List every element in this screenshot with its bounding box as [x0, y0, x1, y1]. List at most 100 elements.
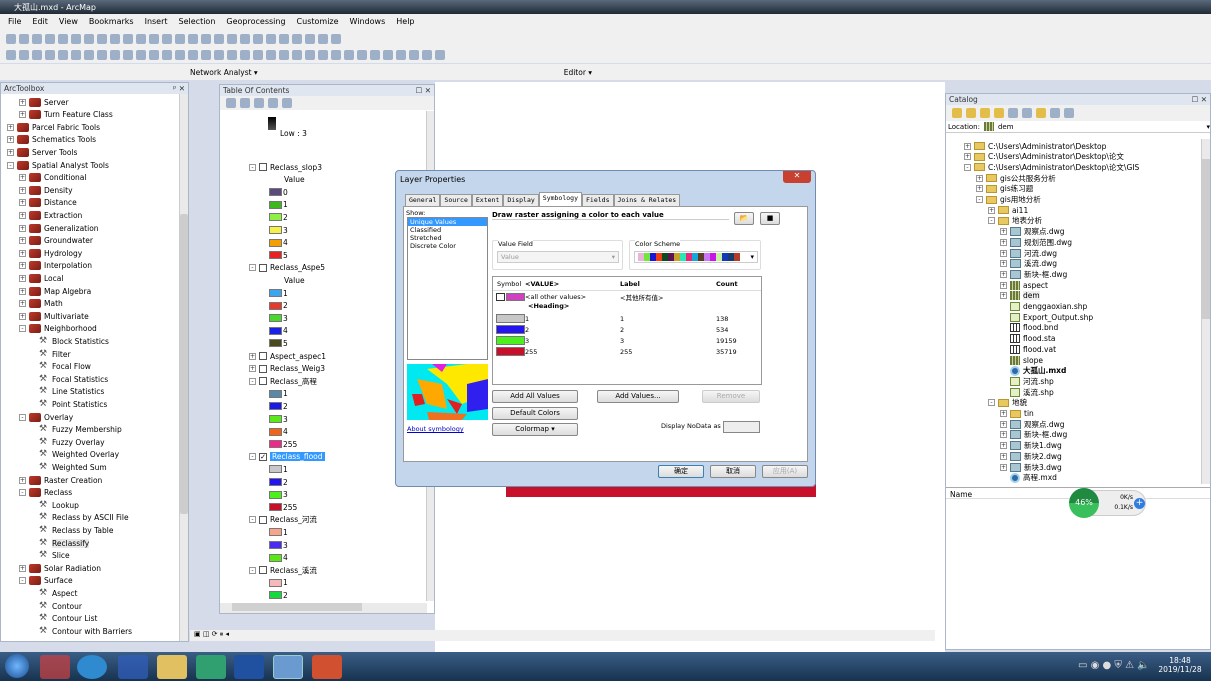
expand-icon[interactable]: + [7, 148, 14, 156]
expand-icon[interactable]: + [19, 249, 26, 257]
label-cell[interactable]: 3 [620, 337, 716, 345]
expand-icon[interactable]: + [1000, 281, 1007, 289]
toolbar-button-icon[interactable] [110, 34, 120, 44]
toolbar-button-icon[interactable] [305, 50, 315, 60]
toolbar-button-icon[interactable] [227, 34, 237, 44]
list-by-source-icon[interactable] [240, 98, 250, 108]
list-by-selection-icon[interactable] [268, 98, 278, 108]
col-count[interactable]: Count [716, 280, 748, 288]
layer-visibility-checkbox[interactable] [259, 352, 267, 360]
legend-swatch[interactable] [269, 503, 282, 512]
legend-swatch[interactable] [269, 478, 282, 486]
expand-icon[interactable]: + [19, 476, 26, 484]
toolbox-item[interactable]: - Spatial Analyst Tools [7, 159, 109, 171]
legend-swatch[interactable] [269, 553, 282, 562]
table-row[interactable]: 1 1 138 [493, 313, 761, 324]
toolbar-button-icon[interactable] [422, 50, 432, 60]
toolbar-button-icon[interactable] [331, 34, 341, 44]
tab-display[interactable]: Display [503, 194, 539, 206]
catalog-scrollbar[interactable] [1201, 139, 1210, 484]
close-icon[interactable]: ☐ ✕ [1192, 95, 1207, 104]
clock[interactable]: 18:48 2019/11/28 [1155, 656, 1205, 674]
legend-swatch[interactable] [269, 591, 282, 600]
collapse-icon[interactable]: - [249, 163, 256, 171]
open-folder-button[interactable]: 📂 [734, 212, 754, 225]
toolbox-item[interactable]: ⚒ Fuzzy Membership [39, 424, 122, 436]
collapse-icon[interactable]: - [7, 161, 14, 169]
toolbar-button-icon[interactable] [279, 34, 289, 44]
toolbar-button-icon[interactable] [45, 50, 55, 60]
toolbar-button-icon[interactable] [435, 50, 445, 60]
toolbar-button-icon[interactable] [19, 50, 29, 60]
taskbar-arcmap-icon[interactable] [273, 655, 303, 679]
colormap-button[interactable]: Colormap ▾ [492, 423, 578, 436]
catalog-item[interactable]: + dem [1000, 291, 1040, 301]
expand-icon[interactable]: + [19, 186, 26, 194]
legend-swatch[interactable] [269, 339, 282, 348]
layer-visibility-checkbox[interactable] [259, 377, 267, 386]
toolbox-item[interactable]: + Distance [19, 197, 77, 209]
expand-icon[interactable]: + [19, 174, 26, 182]
legend-swatch[interactable] [269, 490, 282, 499]
legend-class[interactable]: 3 [269, 489, 288, 501]
catalog-item[interactable]: 溪流.shp [1000, 387, 1054, 397]
toolbox-item[interactable]: ⚒ Filter [39, 348, 71, 360]
toolbox-item[interactable]: ⚒ Block Statistics [39, 335, 109, 347]
legend-swatch[interactable] [269, 238, 282, 247]
add-values-button[interactable]: Add Values... [597, 390, 679, 403]
toc-layer[interactable]: - Reclass_溪流 [249, 564, 317, 576]
catalog-item[interactable]: 大孤山.mxd [1000, 365, 1066, 376]
expand-icon[interactable]: + [1000, 270, 1007, 278]
toolbar-button-icon[interactable] [292, 50, 302, 60]
menu-help[interactable]: Help [396, 17, 414, 28]
expand-icon[interactable]: + [1000, 260, 1007, 268]
chevron-down-icon[interactable]: ▾ [750, 253, 754, 261]
menu-edit[interactable]: Edit [32, 17, 48, 28]
toolbar-button-icon[interactable] [240, 34, 250, 44]
toolbar-button-icon[interactable] [58, 50, 68, 60]
catalog-item[interactable]: Export_Output.shp [1000, 312, 1093, 322]
toolbar-button-icon[interactable] [149, 50, 159, 60]
show-option[interactable]: Stretched [408, 234, 487, 242]
catalog-item[interactable]: + 新块-框.dwg [1000, 430, 1067, 440]
layer-name[interactable]: Reclass_slop3 [270, 163, 322, 172]
collapse-icon[interactable]: - [249, 453, 256, 461]
legend-class[interactable]: 3 [269, 224, 288, 236]
toolbar-button-icon[interactable] [305, 34, 315, 44]
toolbox-item[interactable]: + Multivariate [19, 310, 89, 322]
toolbox-item[interactable]: ⚒ Contour [39, 600, 82, 612]
toolbox-item[interactable]: + Server Tools [7, 146, 77, 158]
toggle-icon[interactable] [1008, 108, 1018, 118]
apply-button[interactable]: 应用(A) [762, 465, 808, 478]
symbol-swatch[interactable] [496, 325, 525, 334]
toolbar-button-icon[interactable] [84, 50, 94, 60]
layer-name[interactable]: Reclass_Aspe5 [270, 263, 325, 272]
expand-icon[interactable]: + [19, 312, 26, 320]
symbol-swatch[interactable] [506, 292, 525, 301]
collapse-icon[interactable]: - [249, 377, 256, 385]
value-field-select[interactable]: Value ▾ [497, 251, 619, 263]
catalog-item[interactable]: slope [1000, 355, 1043, 365]
toolbar-button-icon[interactable] [71, 50, 81, 60]
collapse-icon[interactable]: - [249, 566, 256, 574]
catalog-item[interactable]: - gis用地分析 [976, 195, 1041, 205]
toolbar-button-icon[interactable] [201, 50, 211, 60]
toolbox-item[interactable]: + Groundwater [19, 235, 93, 247]
expand-icon[interactable]: + [1000, 442, 1007, 450]
toolbar-button-icon[interactable] [123, 50, 133, 60]
legend-swatch[interactable] [269, 326, 282, 335]
catalog-item[interactable]: - C:\Users\Administrator\Desktop\论文\GIS [964, 162, 1139, 172]
expand-icon[interactable]: + [1000, 431, 1007, 439]
network-analyst-dropdown[interactable]: Network Analyst ▾ [190, 68, 258, 77]
label-cell[interactable]: 2 [620, 326, 716, 334]
legend-swatch[interactable] [269, 440, 282, 449]
catalog-item[interactable]: + 新块-框.dwg [1000, 269, 1067, 279]
toolbar-button-icon[interactable] [58, 34, 68, 44]
legend-class[interactable]: 1 [269, 287, 288, 299]
layer-visibility-checkbox[interactable]: ✓ [259, 452, 267, 461]
layer-name[interactable]: Aspect_aspec1 [270, 352, 326, 361]
taskbar-explorer-icon[interactable] [157, 655, 187, 679]
toc-layer[interactable]: + Reclass_Weig3 [249, 363, 325, 375]
table-row[interactable]: 3 3 19159 [493, 335, 761, 346]
show-option[interactable]: Discrete Color [408, 242, 487, 250]
